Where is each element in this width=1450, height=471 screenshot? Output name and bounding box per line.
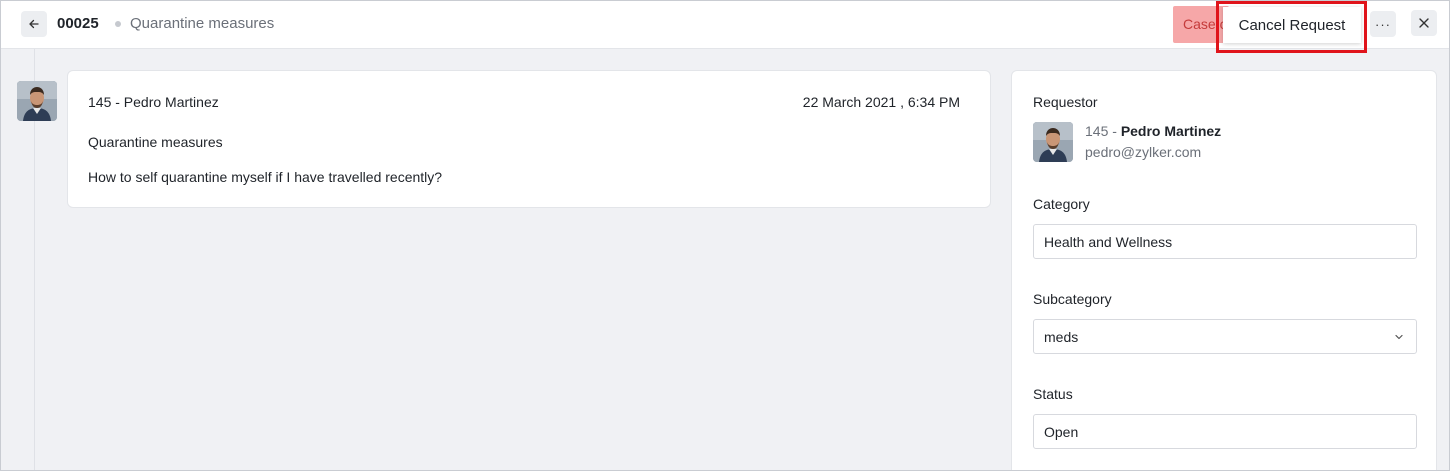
subcategory-select[interactable]: meds xyxy=(1033,319,1417,354)
message-author: 145 - Pedro Martinez xyxy=(88,94,219,110)
chevron-down-icon xyxy=(1395,334,1403,340)
message-subject: Quarantine measures xyxy=(88,134,223,150)
ticket-id: 00025 xyxy=(57,15,99,32)
more-horizontal-icon: ··· xyxy=(1375,16,1391,32)
ticket-properties-panel: Requestor 145 - Pedro Martinez pedro@zyl… xyxy=(1011,70,1437,470)
requestor-id: 145 - xyxy=(1085,123,1121,139)
close-icon xyxy=(1419,18,1429,28)
separator-dot xyxy=(115,21,121,27)
requestor-email: pedro@zylker.com xyxy=(1085,144,1202,160)
category-value: Health and Wellness xyxy=(1044,234,1173,250)
ticket-detail-window: 00025 Quarantine measures Case c Cancel … xyxy=(0,0,1450,471)
status-value: Open xyxy=(1044,424,1079,440)
avatar xyxy=(17,81,57,121)
ticket-title: Quarantine measures xyxy=(130,15,275,32)
status-field[interactable]: Open xyxy=(1033,414,1417,449)
more-options-button[interactable]: ··· xyxy=(1370,11,1396,37)
message-date: 22 March 2021 , 6:34 PM xyxy=(802,94,960,110)
category-label: Category xyxy=(1033,196,1090,212)
requestor-name[interactable]: Pedro Martinez xyxy=(1121,123,1221,139)
back-button[interactable] xyxy=(21,11,47,37)
status-label: Status xyxy=(1033,386,1073,402)
message-body: How to self quarantine myself if I have … xyxy=(88,169,443,185)
highlight-box xyxy=(1216,1,1367,53)
category-field[interactable]: Health and Wellness xyxy=(1033,224,1417,259)
subcategory-value: meds xyxy=(1044,329,1079,345)
close-button[interactable] xyxy=(1411,10,1437,36)
requestor-label: Requestor xyxy=(1033,94,1098,110)
message-card: 145 - Pedro Martinez 22 March 2021 , 6:3… xyxy=(67,70,991,208)
requestor-avatar xyxy=(1033,122,1073,162)
subcategory-label: Subcategory xyxy=(1033,291,1112,307)
requestor-info: 145 - Pedro Martinez xyxy=(1085,123,1221,139)
ticket-header: 00025 Quarantine measures Case c Cancel … xyxy=(1,1,1449,53)
arrow-left-icon xyxy=(29,19,39,29)
